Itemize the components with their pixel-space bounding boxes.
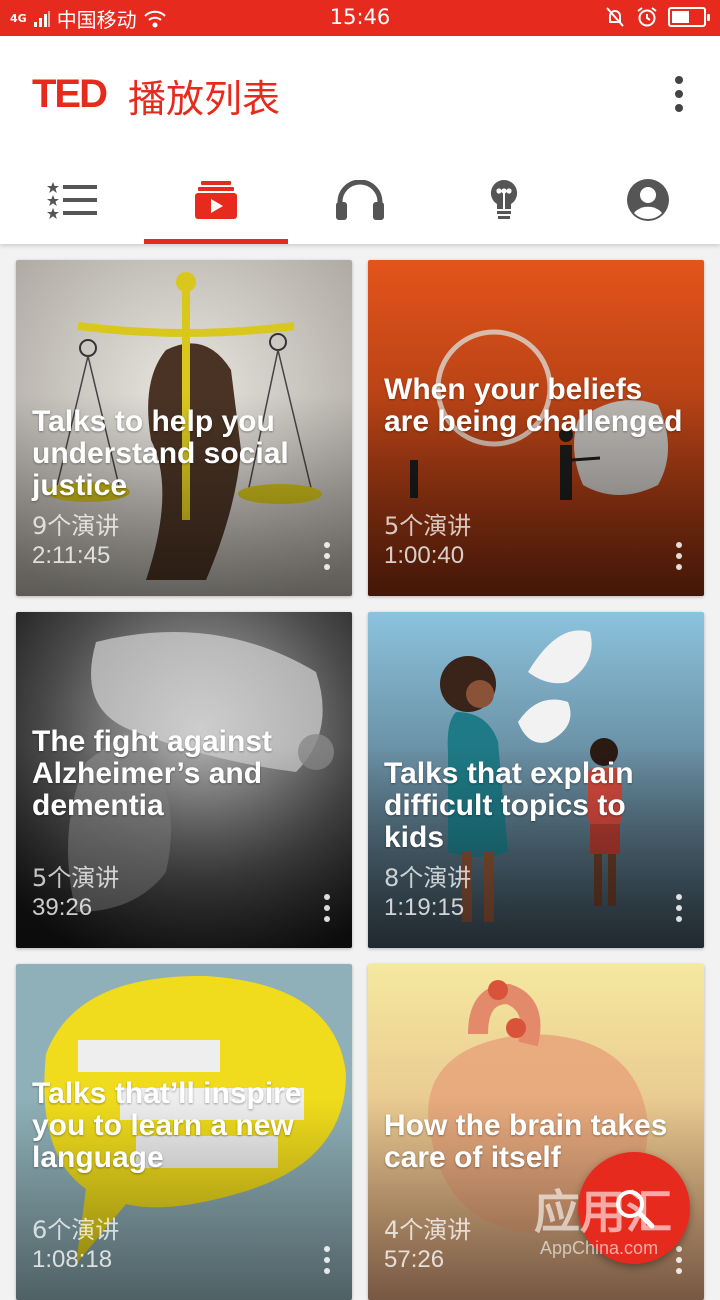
battery-icon [668,7,710,27]
watermark-url: AppChina.com [540,1238,659,1258]
playlist-card[interactable]: Talks that explain difficult topics to k… [368,612,704,948]
playlist-talk-count: 4个演讲 [384,1216,472,1244]
playlist-talk-count: 5个演讲 [32,864,120,892]
playlist-more-button[interactable] [676,894,684,922]
more-options-button[interactable] [664,74,694,114]
page-title: 播放列表 [128,77,281,121]
playlist-more-button[interactable] [324,542,332,570]
watermark-logo: 应用汇 [534,1185,672,1239]
playlist-card[interactable]: Talks that’ll inspire you to learn a new… [16,964,352,1300]
playlist-more-button[interactable] [676,542,684,570]
playlist-talk-count: 8个演讲 [384,864,472,892]
playlist-card[interactable]: When your beliefs are being challenged 5… [368,260,704,596]
more-vert-icon [675,76,683,84]
playlist-icon [195,181,237,219]
tab-ideas[interactable] [432,156,576,244]
playlist-more-button[interactable] [324,894,332,922]
playlist-duration: 39:26 [32,894,93,921]
playlist-title: When your beliefs are being challenged [384,373,683,438]
playlist-more-button[interactable] [324,1246,332,1274]
headphones-icon [336,180,384,220]
playlist-duration: 1:08:18 [32,1246,113,1273]
playlist-talk-count: 5个演讲 [384,512,472,540]
tab-playlists[interactable] [144,156,288,244]
playlist-more-button[interactable] [676,1246,684,1274]
playlist-duration: 1:00:40 [384,542,465,569]
playlist-talk-count: 6个演讲 [32,1216,120,1244]
bell-muted-icon [606,7,624,27]
account-icon [627,179,669,221]
playlist-card[interactable]: Talks to help you understand social just… [16,260,352,596]
playlist-talk-count: 9个演讲 [32,512,120,540]
tab-featured[interactable] [0,156,144,244]
app-bar: TED 播放列表 [0,36,720,244]
playlist-title: The fight against Alzheimer’s and dement… [32,725,272,822]
playlist-duration: 1:19:15 [384,894,465,921]
playlist-duration: 2:11:45 [32,542,111,569]
status-bar: 4G 中国移动 15:46 [0,0,720,36]
tab-podcasts[interactable] [288,156,432,244]
lightbulb-icon [490,179,518,219]
playlist-title: Talks to help you understand social just… [32,405,289,502]
tab-profile[interactable] [576,156,720,244]
alarm-icon [637,7,657,27]
tab-bar [0,156,720,244]
ted-logo: TED [32,72,108,116]
playlist-card[interactable]: The fight against Alzheimer’s and dement… [16,612,352,948]
playlist-title: Talks that’ll inspire you to learn a new… [32,1077,302,1174]
playlist-title: Talks that explain difficult topics to k… [384,757,634,854]
playlist-duration: 57:26 [384,1246,445,1273]
ranked-list-icon [47,182,97,219]
